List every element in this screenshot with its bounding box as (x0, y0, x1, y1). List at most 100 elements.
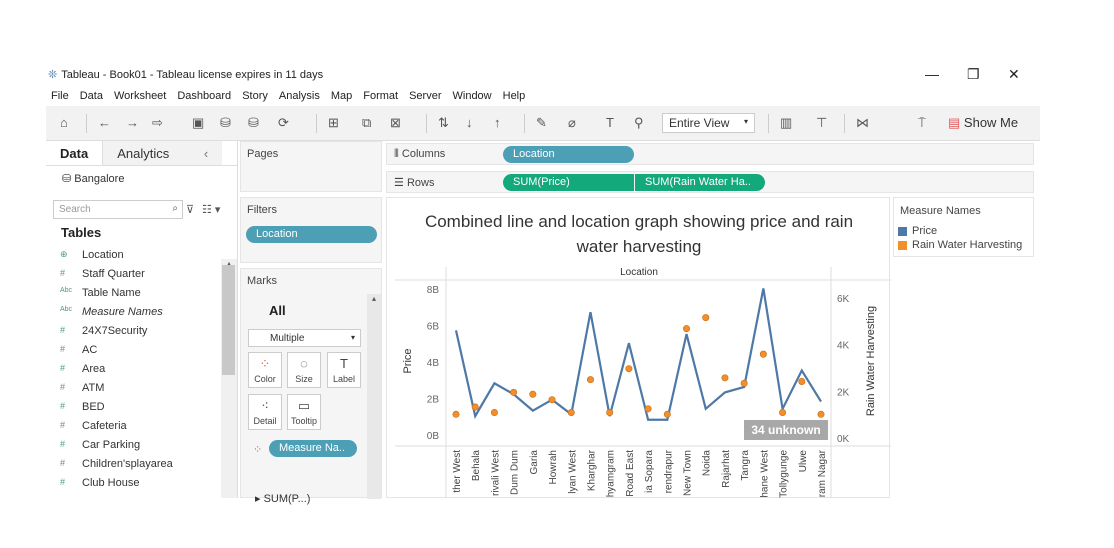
columns-shelf[interactable]: ⦀ Columns Location (386, 143, 1034, 165)
search-input[interactable]: Search ⌕ (53, 200, 183, 219)
toolbar: ⌂ ← → ⇨ ▣ ⛁ ⛁ ⟳ ⊞ ⧉ ⊠ ⇅ ↓ ↑ ✎ ⌀ T ⚲ Enti… (46, 106, 1040, 141)
field-item[interactable]: # Club House (60, 477, 139, 489)
refresh-icon[interactable]: ⟳ (278, 115, 289, 131)
sort-ascending-icon[interactable]: ↓ (466, 115, 473, 130)
field-item[interactable]: Abc Measure Names (60, 306, 163, 318)
rows-pill-rain-water[interactable]: SUM(Rain Water Ha.. (635, 174, 765, 191)
field-item[interactable]: # Area (60, 363, 105, 375)
clear-sheet-icon[interactable]: ⊠ (390, 115, 401, 131)
menu-map[interactable]: Map (331, 90, 352, 102)
rain-water-point (606, 408, 614, 416)
field-item[interactable]: ⊕ Location (60, 249, 124, 261)
chart-view[interactable]: Combined line and location graph showing… (386, 197, 891, 498)
minimize-icon[interactable]: — (925, 66, 939, 82)
back-icon[interactable]: ← (98, 115, 111, 130)
tooltip-button[interactable]: ▭ Tooltip (287, 394, 321, 430)
field-type-icon: # (60, 382, 66, 392)
menu-file[interactable]: File (51, 90, 69, 102)
y-axis-label: Price (402, 348, 414, 373)
new-data-source-icon[interactable]: ⛁ (220, 115, 231, 131)
view-select[interactable]: Entire View ▾ (662, 113, 755, 133)
mark-type-select[interactable]: Multiple ▾ (248, 329, 361, 347)
tables-heading: Tables (61, 225, 102, 240)
menu-dashboard[interactable]: Dashboard (177, 90, 231, 102)
show-me-button[interactable]: ▤ Show Me (948, 115, 1018, 131)
field-item[interactable]: # Children'splayarea (60, 458, 173, 470)
field-item[interactable]: # Car Parking (60, 439, 140, 451)
menu-server[interactable]: Server (409, 90, 441, 102)
color-button[interactable]: ⁘ Color (248, 352, 282, 388)
measure-names-pill[interactable]: Measure Na.. (269, 440, 357, 457)
menu-worksheet[interactable]: Worksheet (114, 90, 166, 102)
pin-icon[interactable]: ⚲ (634, 115, 644, 131)
data-source-icon[interactable]: ⇨ (152, 115, 163, 131)
field-type-icon: # (60, 420, 66, 430)
filter-pill-location[interactable]: Location (246, 226, 377, 243)
pages-card[interactable]: Pages (240, 141, 382, 192)
forward-icon[interactable]: → (126, 115, 139, 130)
menu-analysis[interactable]: Analysis (279, 90, 320, 102)
field-item[interactable]: # Cafeteria (60, 420, 127, 432)
field-item[interactable]: # ATM (60, 382, 104, 394)
labels-icon[interactable]: T (606, 115, 614, 130)
search-icon: ⌕ (172, 203, 178, 214)
maximize-icon[interactable]: ❐ (967, 66, 980, 83)
pause-updates-icon[interactable]: ⛁ (248, 115, 259, 131)
x-tick-label: ia Sopara (644, 450, 655, 493)
presentation-icon[interactable]: ⊤ (816, 115, 827, 131)
field-item[interactable]: # BED (60, 401, 105, 413)
field-type-icon: # (60, 268, 66, 278)
highlight-icon[interactable]: ✎ (536, 115, 547, 131)
field-type-icon: # (60, 325, 66, 335)
menu-help[interactable]: Help (503, 90, 526, 102)
filter-icon[interactable]: ⊽ (186, 203, 194, 216)
close-icon[interactable]: ✕ (1008, 66, 1020, 83)
tab-analytics[interactable]: Analytics ‹ (102, 141, 223, 165)
marks-scrollbar[interactable]: ▴ (367, 294, 381, 499)
field-item[interactable]: Abc Table Name (60, 287, 141, 299)
field-item[interactable]: # AC (60, 344, 97, 356)
datasource-item[interactable]: ⛁ Bangalore (46, 166, 237, 191)
rain-water-point (817, 410, 825, 418)
marks-all-label[interactable]: All (269, 303, 286, 318)
view-options-icon[interactable]: ☷ ▾ (202, 203, 220, 216)
filters-card[interactable]: Filters Location (240, 197, 382, 263)
detail-button[interactable]: ⁖ Detail (248, 394, 282, 430)
field-name: Location (82, 249, 124, 261)
chart-title-line: Combined line and location graph showing… (425, 212, 853, 231)
duplicate-sheet-icon[interactable]: ⧉ (362, 115, 371, 131)
columns-pill-location[interactable]: Location (503, 146, 634, 163)
label-button[interactable]: T Label (327, 352, 361, 388)
fields-scrollbar[interactable]: ▴ (221, 259, 237, 498)
menu-window[interactable]: Window (453, 90, 492, 102)
menu-format[interactable]: Format (363, 90, 398, 102)
home-icon[interactable]: ⌂ (60, 115, 68, 130)
rows-shelf[interactable]: ☰ Rows SUM(Price) SUM(Rain Water Ha.. (386, 171, 1034, 193)
sort-descending-icon[interactable]: ↑ (494, 115, 501, 130)
field-type-icon: # (60, 401, 66, 411)
share-icon[interactable]: ⋈ (856, 115, 869, 131)
save-icon[interactable]: ▣ (192, 115, 204, 131)
field-item[interactable]: #24X7Security (60, 325, 147, 337)
x-tick-label: lyan West (567, 450, 578, 494)
field-name: Car Parking (82, 439, 141, 451)
x-tick-label: hane West (759, 450, 770, 498)
field-type-icon: Abc (60, 287, 73, 294)
format-painter-icon[interactable]: ⍑ (918, 115, 926, 131)
field-item[interactable]: # Staff Quarter (60, 268, 145, 280)
show-cards-icon[interactable]: ▥ (780, 115, 792, 131)
legend-item-price[interactable]: Price (894, 224, 1033, 238)
legend: Measure Names Price Rain Water Harvestin… (893, 197, 1034, 257)
sum-price-marks[interactable]: ▸ SUM(P...) (255, 492, 310, 505)
size-button[interactable]: ◌ Size (287, 352, 321, 388)
tab-data[interactable]: Data (46, 141, 102, 165)
marks-card[interactable]: Marks All Multiple ▾ ⁘ Color ◌ Size T Label … (240, 268, 382, 505)
swap-icon[interactable]: ⇅ (438, 115, 449, 131)
legend-item-rain-water[interactable]: Rain Water Harvesting (894, 238, 1033, 252)
group-icon[interactable]: ⌀ (568, 115, 576, 131)
menu-data[interactable]: Data (80, 90, 103, 102)
menu-story[interactable]: Story (242, 90, 268, 102)
rain-water-point (548, 396, 556, 404)
rows-pill-price[interactable]: SUM(Price) (503, 174, 634, 191)
new-worksheet-icon[interactable]: ⊞ (328, 115, 339, 131)
